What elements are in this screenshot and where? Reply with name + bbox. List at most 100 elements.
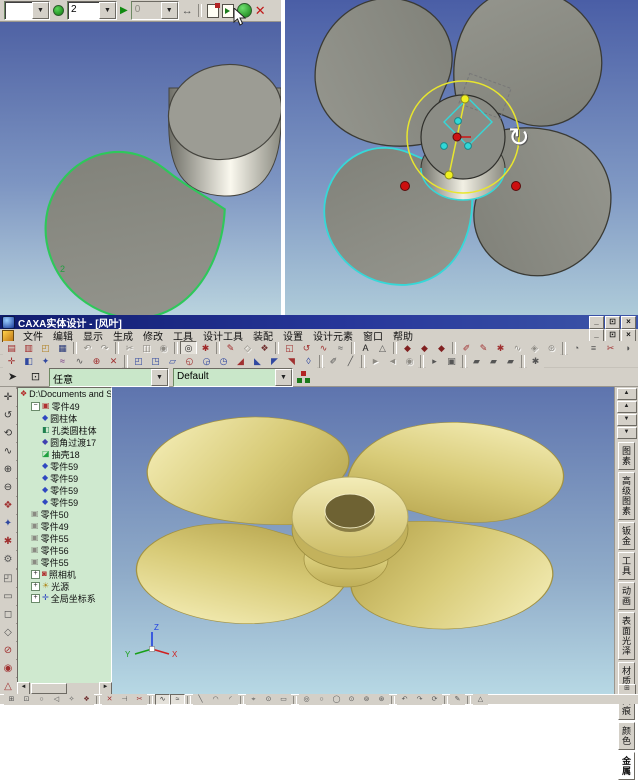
sketch-plane-icon[interactable]: ◰ [0, 570, 17, 587]
catalog-tab-工具[interactable]: 工具 [618, 552, 635, 580]
box-tool-icon[interactable]: ◧ [20, 354, 37, 368]
search-binoculars-icon[interactable]: ◎ [180, 341, 197, 355]
circle1-icon[interactable]: ◎ [299, 694, 314, 705]
feature-modify-icon[interactable]: ✎ [475, 341, 492, 355]
constrain-icon[interactable]: ✱ [527, 354, 544, 368]
refresh-sketch-icon[interactable]: ⟳ [427, 694, 442, 705]
curve1-icon[interactable]: ∿ [155, 694, 170, 705]
circle4-icon[interactable]: ⊙ [344, 694, 359, 705]
tree-item-圆角过渡17[interactable]: ◆圆角过渡17 [18, 436, 111, 448]
circle-snap-icon[interactable]: ○ [34, 694, 49, 705]
catalog-tab-金属[interactable]: 金属 [618, 752, 635, 780]
save-icon[interactable]: ▦ [54, 341, 71, 355]
line-icon[interactable]: ╲ [193, 694, 208, 705]
tab-scroll-up-icon[interactable]: ▲ [617, 401, 637, 413]
tree-item-D:\Documents and Sett[interactable]: ❖D:\Documents and Sett [18, 388, 111, 400]
select-box-icon[interactable]: ⊡ [26, 369, 45, 386]
structure-tree-icon[interactable] [297, 371, 311, 383]
ruler-icon[interactable]: ╱ [342, 354, 359, 368]
feature-edit-icon[interactable]: ✐ [458, 341, 475, 355]
arc3-icon[interactable]: ◜ [223, 694, 238, 705]
chevron-down-icon[interactable]: ▼ [151, 369, 168, 386]
delete-seg-icon[interactable]: ✕ [102, 694, 117, 705]
edge-split-icon[interactable]: ◥ [283, 354, 300, 368]
pencil-icon[interactable]: ✎ [450, 694, 465, 705]
sweep-icon[interactable]: ∿ [315, 341, 332, 355]
catalog-tab-钣金[interactable]: 钣金 [618, 522, 635, 550]
tree-item-零件55[interactable]: ▣零件55 [18, 532, 111, 544]
context-help-icon[interactable]: ✱ [197, 341, 214, 355]
measure-icon[interactable]: ✐ [325, 354, 342, 368]
rect-tool-icon[interactable]: ▭ [0, 588, 17, 605]
gem-icon[interactable]: ❖ [79, 694, 94, 705]
center-handle[interactable] [453, 133, 461, 141]
edge-fillet-icon[interactable]: ◢ [232, 354, 249, 368]
filter-combo[interactable]: 任意 ▼ [49, 368, 169, 387]
yellow-handle-top[interactable] [461, 95, 469, 103]
cancel-button[interactable]: ✕ [255, 4, 266, 17]
redo-sketch-icon[interactable]: ↷ [412, 694, 427, 705]
new-file-icon[interactable]: ▤ [3, 341, 20, 355]
tab-scroll-down-icon[interactable]: ▼ [617, 414, 637, 426]
expand-icon[interactable]: + [31, 582, 40, 591]
tree-item-零件59[interactable]: ◆零件59 [18, 460, 111, 472]
tree-horizontal-scrollbar[interactable]: ◄ ► [17, 683, 112, 694]
yellow-handle-bottom[interactable] [445, 171, 453, 179]
page-export-icon[interactable] [222, 4, 234, 18]
text-tool-icon[interactable]: A [357, 341, 374, 355]
select-arrow-icon[interactable]: ➤ [3, 369, 22, 386]
title-bar[interactable]: CAXA实体设计 - [风叶] _⊡× [0, 315, 638, 329]
tree-item-全局坐标系[interactable]: +✛全局坐标系 [18, 592, 111, 604]
view-angle-icon[interactable]: ✦ [0, 515, 17, 532]
new-design-icon[interactable]: ▥ [20, 341, 37, 355]
settings-icon[interactable]: ⚙ [0, 551, 17, 568]
angle-tool-icon[interactable]: ✦ [37, 354, 54, 368]
tool-section-icon[interactable]: ◔ [568, 341, 585, 355]
part-link-icon[interactable]: ◆ [433, 341, 450, 355]
propeller-assembly-viewport[interactable]: ↻ ↻ [285, 0, 638, 315]
smart-render-icon[interactable]: ❖ [256, 341, 273, 355]
delete-tool-icon[interactable]: ✕ [105, 354, 122, 368]
anim-track-icon[interactable]: ▸ [426, 354, 443, 368]
tree-item-零件50[interactable]: ▣零件50 [18, 508, 111, 520]
tree-item-零件59[interactable]: ◆零件59 [18, 496, 111, 508]
play-icon[interactable]: ▶ [120, 5, 128, 16]
anchor-icon[interactable]: ✛ [3, 354, 20, 368]
tree-item-照相机[interactable]: +◙照相机 [18, 568, 111, 580]
loft-icon[interactable]: ≈ [332, 341, 349, 355]
circle2-icon[interactable]: ○ [314, 694, 329, 705]
square-tool-icon[interactable]: ◻ [0, 606, 17, 623]
render-mode-icon[interactable]: ❖ [0, 497, 17, 514]
orbit-view-icon[interactable]: ⟲ [0, 425, 17, 442]
tool-shade-icon[interactable]: ◑ [619, 341, 636, 355]
angle-snap-icon[interactable]: ◁ [49, 694, 64, 705]
triangle-icon[interactable]: △ [473, 694, 488, 705]
part-insert-icon[interactable]: ◆ [416, 341, 433, 355]
point-icon[interactable]: ⌖ [246, 694, 261, 705]
catalog-tab-表面光泽[interactable]: 表面光泽 [618, 612, 635, 660]
tab-scroll-up-icon[interactable]: ▲ [617, 388, 637, 400]
assembly3-icon[interactable]: ▰ [502, 354, 519, 368]
assembly1-icon[interactable]: ▰ [468, 354, 485, 368]
spline-view-icon[interactable]: ∿ [0, 443, 17, 460]
edge-extend-icon[interactable]: ◤ [266, 354, 283, 368]
blade-edit-viewport[interactable]: 2 [0, 22, 281, 315]
tree-item-光源[interactable]: +☀光源 [18, 580, 111, 592]
count-combo[interactable]: 2 ▼ [67, 1, 117, 20]
expand-icon[interactable]: + [31, 594, 40, 603]
pin-tool-icon[interactable]: ⊕ [88, 354, 105, 368]
assembly2-icon[interactable]: ▰ [485, 354, 502, 368]
snap-icon[interactable]: ⊡ [19, 694, 34, 705]
tree-item-抽壳18[interactable]: ◪抽壳18 [18, 448, 111, 460]
collapse-icon[interactable]: − [31, 402, 40, 411]
scroll-thumb[interactable] [31, 683, 67, 694]
tree-item-零件56[interactable]: ▣零件56 [18, 544, 111, 556]
circle6-icon[interactable]: ⊛ [374, 694, 389, 705]
expand-icon[interactable]: + [31, 570, 40, 579]
extrude-icon[interactable]: ◱ [281, 341, 298, 355]
circle3-icon[interactable]: ◯ [329, 694, 344, 705]
zoom-in-icon[interactable]: ⊕ [0, 461, 17, 478]
cyan-handle-3[interactable] [465, 143, 472, 150]
chevron-down-icon[interactable]: ▼ [32, 2, 49, 19]
trim-seg-icon[interactable]: ⊣ [117, 694, 132, 705]
